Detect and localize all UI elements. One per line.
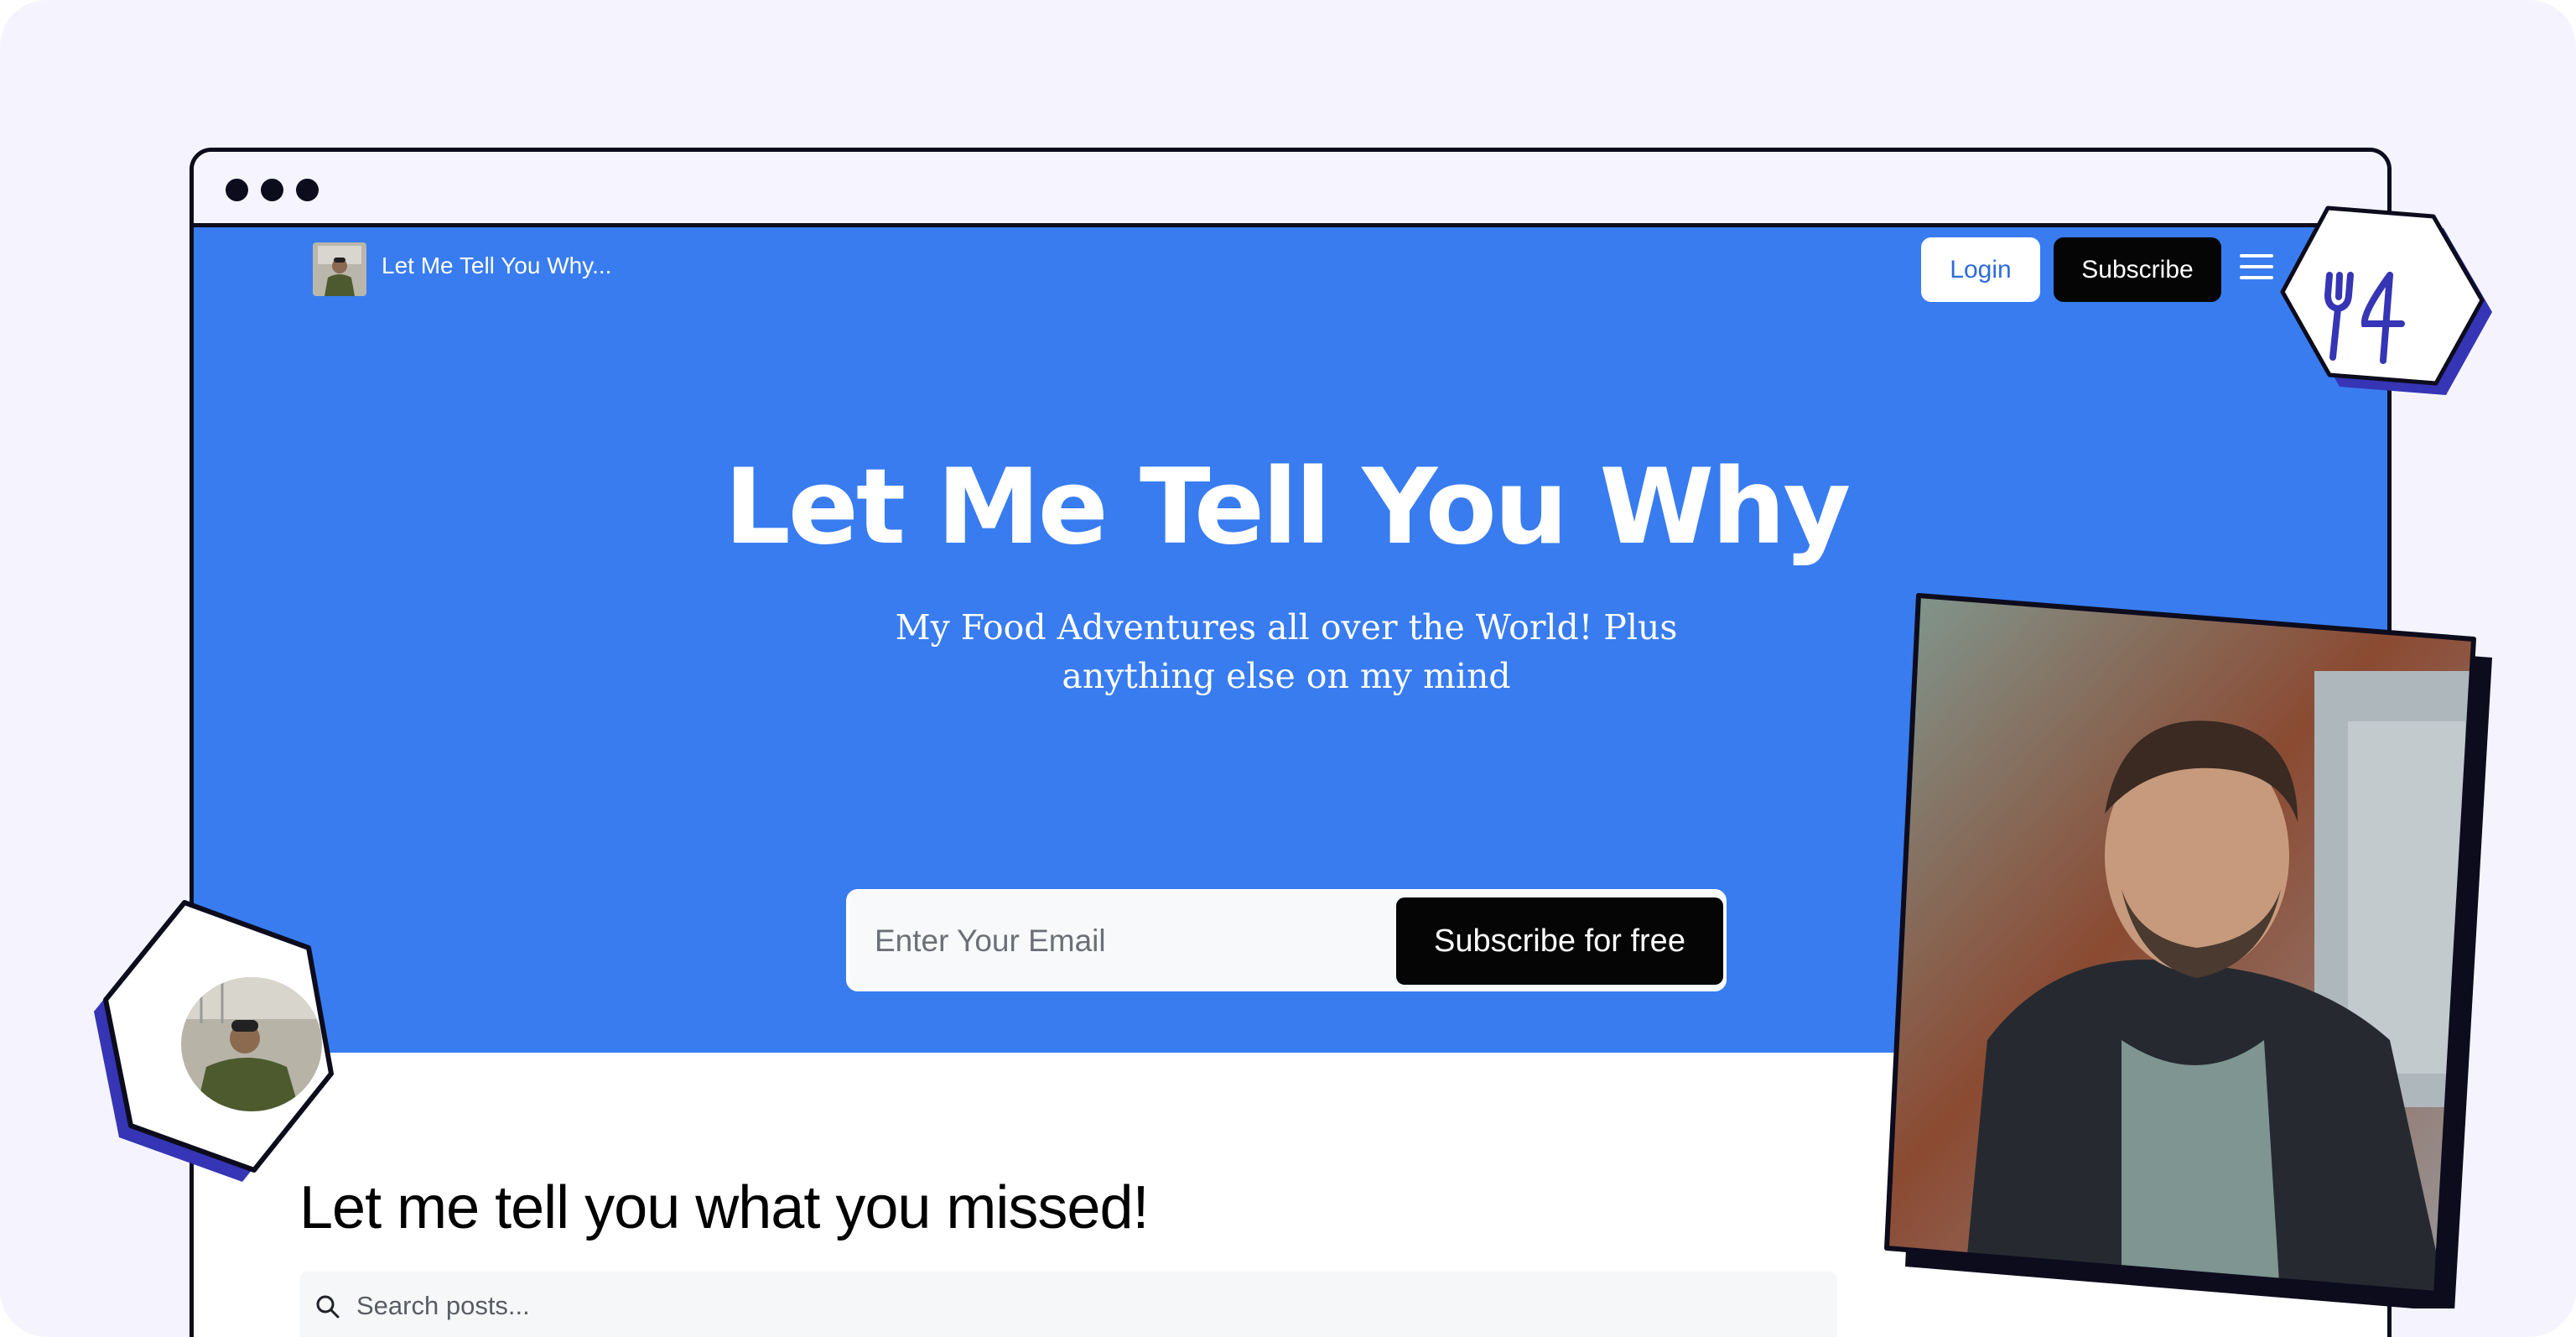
site-title[interactable]: Let Me Tell You Why... [382,252,611,279]
search-icon [316,1295,340,1319]
window-dot [226,179,248,201]
window-dot [296,179,319,201]
hero-title: Let Me Tell You Why [724,447,1852,568]
profile-photo [1884,593,2492,1308]
hero-subtitle: My Food Adventures all over the World! P… [895,607,1678,696]
avatar-icon [313,242,366,296]
page-canvas: Let Me Tell You Why... Login Subscribe L… [0,0,2576,1337]
avatar-badge [94,900,334,1182]
browser-titlebar [194,152,2387,227]
subscribe-free-button[interactable]: Subscribe for free [1396,897,1723,985]
email-input[interactable] [873,892,1379,990]
subscribe-form: Subscribe for free [846,889,1727,991]
subscribe-button[interactable]: Subscribe [2054,237,2221,302]
window-dot [261,179,283,201]
site-logo-avatar[interactable] [313,242,366,296]
search-input[interactable] [355,1272,1616,1337]
login-button[interactable]: Login [1921,237,2040,302]
search-bar[interactable] [299,1272,1837,1337]
fork-knife-badge [2280,205,2492,395]
